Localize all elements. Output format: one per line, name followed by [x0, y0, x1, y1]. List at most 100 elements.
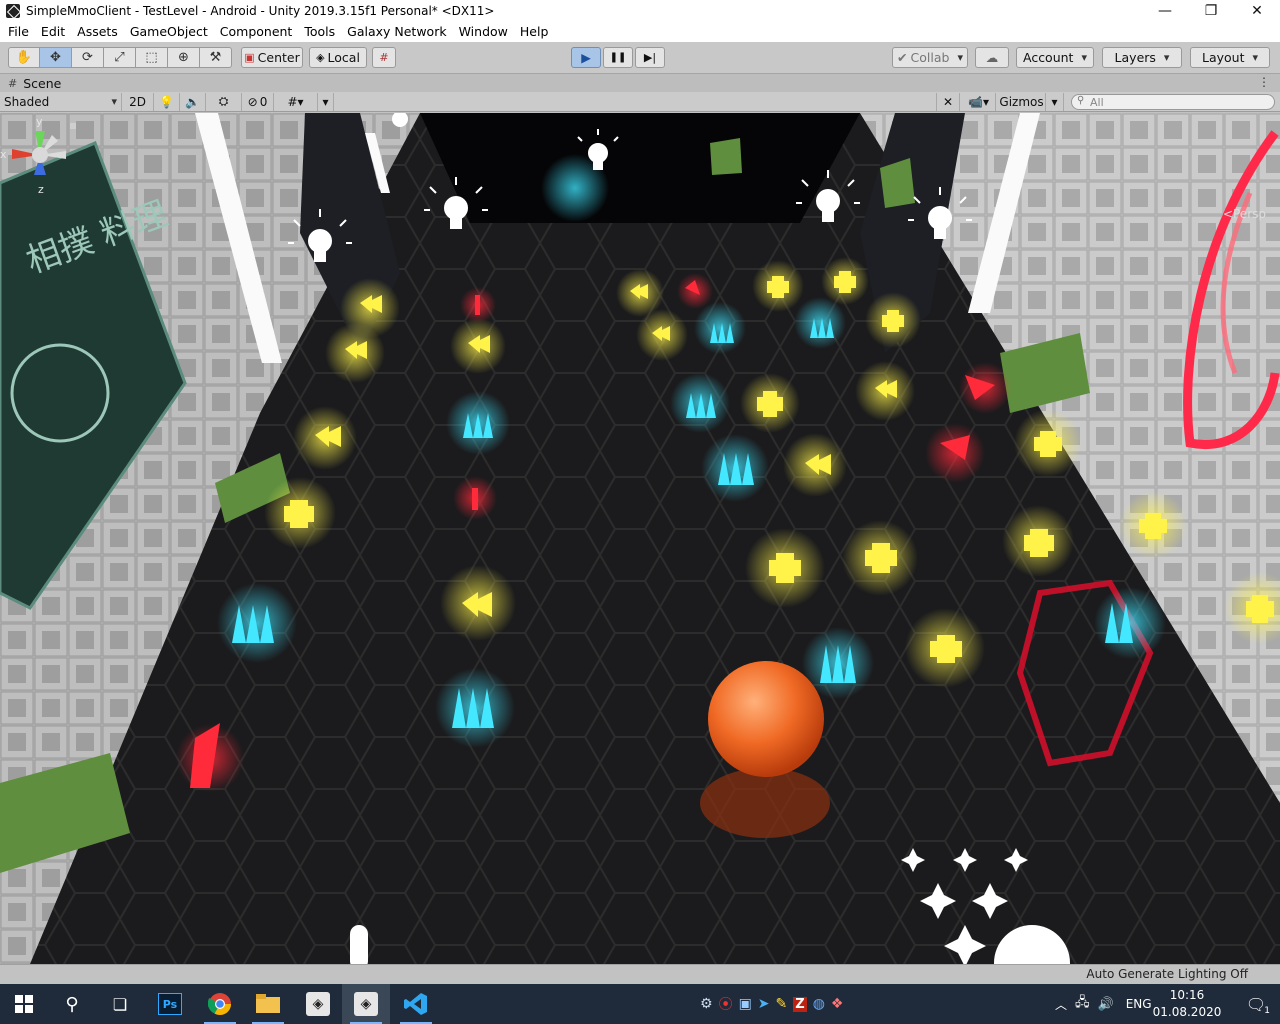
scene-search-input[interactable]: ⚲ All [1071, 94, 1275, 110]
menu-gameobject[interactable]: GameObject [124, 22, 214, 42]
hidden-objects-toggle[interactable]: ⊘ 0 [242, 92, 274, 111]
close-button[interactable]: ✕ [1234, 0, 1280, 22]
rotate-tool-button[interactable]: ⟳ [72, 47, 104, 68]
record-icon[interactable]: ⦿ [719, 994, 733, 1014]
notification-center-button[interactable]: 🗨 1 [1232, 984, 1280, 1024]
overflow-dropdown[interactable]: ▾ [318, 92, 334, 111]
chevron-up-icon[interactable]: ︿ [1055, 996, 1067, 1013]
windows-icon [15, 995, 33, 1013]
pinned-tray: ⚙ ⦿ ▣ ➤ ✎ Z ◍ ❖ [700, 984, 843, 1024]
cloud-button[interactable]: ☁ [975, 47, 1009, 68]
pivot-toggle[interactable]: ▣ Center [241, 47, 303, 68]
scene-tab-label: Scene [23, 75, 62, 91]
orientation-gizmo[interactable]: y x z [0, 113, 80, 197]
scene-tab[interactable]: # Scene [8, 76, 61, 91]
app-icon[interactable]: ❖ [831, 996, 844, 1012]
pause-button[interactable]: ❚❚ [603, 47, 633, 68]
snap-button[interactable]: # [372, 47, 396, 68]
step-icon: ▶| [643, 51, 657, 64]
scene-viewport[interactable]: 相撲 料理 y x z <Persp [0, 113, 1280, 964]
effects-dropdown[interactable]: ⛭ [206, 92, 242, 111]
monitor-icon[interactable]: ▣ [739, 996, 752, 1012]
vscode-taskbar-icon[interactable] [392, 984, 440, 1024]
account-dropdown[interactable]: Account [1016, 47, 1094, 68]
space-toggle[interactable]: ◈ Local [309, 47, 367, 68]
windows-taskbar: ⚲ ❏ Ps ◈ ◈ ⚙ ⦿ ▣ ➤ ✎ Z ◍ ❖ ︿ 🖧 🔊 ENG 10:… [0, 984, 1280, 1024]
check-icon: ✔ [897, 50, 908, 65]
lock-icon[interactable] [70, 123, 76, 129]
player-ball[interactable] [708, 661, 824, 777]
window-title: SimpleMmoClient - TestLevel - Android - … [26, 4, 495, 18]
layout-dropdown[interactable]: Layout [1190, 47, 1270, 68]
camera-mode-text: Persp [1233, 207, 1266, 221]
minimize-button[interactable]: — [1142, 0, 1188, 22]
chevron-left-icon: < [1222, 207, 1233, 221]
unity-editor-taskbar-icon[interactable]: ◈ [342, 984, 390, 1024]
play-button[interactable]: ▶ [571, 47, 601, 68]
unity-hub-taskbar-icon[interactable]: ◈ [294, 984, 342, 1024]
telegram-icon[interactable]: ➤ [758, 996, 770, 1012]
menu-galaxy-network[interactable]: Galaxy Network [341, 22, 452, 42]
language-indicator[interactable]: ENG [1126, 997, 1152, 1011]
cloud-icon: ☁ [985, 50, 999, 65]
photoshop-taskbar-icon[interactable]: Ps [146, 984, 194, 1024]
collab-dropdown[interactable]: ✔ Collab [892, 47, 968, 68]
menu-help[interactable]: Help [514, 22, 555, 42]
menu-assets[interactable]: Assets [71, 22, 124, 42]
chevron-down-icon: ▾ [1051, 95, 1058, 109]
unity-app-icon [6, 4, 20, 18]
filezilla-icon[interactable]: Z [793, 996, 807, 1012]
axis-y-label: y [36, 115, 43, 128]
notes-icon[interactable]: ✎ [776, 996, 788, 1012]
layers-dropdown[interactable]: Layers [1102, 47, 1182, 68]
transform-tool-button[interactable]: ⊕ [168, 47, 200, 68]
task-view-button[interactable]: ❏ [96, 984, 144, 1024]
gizmos-button[interactable]: Gizmos [998, 93, 1046, 111]
hand-tool-button[interactable]: ✋ [8, 47, 40, 68]
start-button[interactable] [0, 984, 48, 1024]
transform-icon: ⊕ [178, 50, 189, 65]
camera-mode-label[interactable]: <Persp [1223, 207, 1266, 221]
scale-tool-button[interactable]: ⤢ [104, 47, 136, 68]
lighting-toggle[interactable]: 💡 [154, 92, 180, 111]
space-label: Local [327, 50, 360, 65]
light-gizmo-icon[interactable] [392, 113, 408, 127]
explorer-taskbar-icon[interactable] [244, 984, 292, 1024]
audio-toggle[interactable]: 🔈 [180, 92, 206, 111]
layers-label: Layers [1114, 50, 1156, 65]
search-button[interactable]: ⚲ [48, 984, 96, 1024]
chrome-taskbar-icon[interactable] [196, 984, 244, 1024]
camera-dropdown[interactable]: 📹▾ [962, 93, 996, 111]
shading-mode-dropdown[interactable]: Shaded [0, 92, 122, 111]
scene-render: 相撲 料理 [0, 113, 1280, 964]
grid-dropdown[interactable]: #▾ [274, 92, 318, 111]
move-tool-button[interactable]: ✥ [40, 47, 72, 68]
volume-icon[interactable]: 🔊 [1098, 997, 1114, 1012]
step-button[interactable]: ▶| [635, 47, 665, 68]
lightbulb-icon: 💡 [159, 94, 174, 109]
clock-time: 10:16 [1169, 988, 1205, 1002]
clock[interactable]: 10:16 01.08.2020 [1152, 987, 1222, 1021]
menu-window[interactable]: Window [453, 22, 514, 42]
network-icon[interactable]: 🖧 [1075, 993, 1090, 1015]
tools-toggle[interactable]: ✕ [936, 93, 960, 111]
task-view-icon: ❏ [112, 994, 128, 1014]
menu-edit[interactable]: Edit [35, 22, 71, 42]
axis-x-label: x [0, 148, 7, 161]
steam-icon[interactable]: ⚙ [700, 996, 713, 1012]
rect-tool-button[interactable]: ⬚ [136, 47, 168, 68]
custom-tool-button[interactable]: ⚒ [200, 47, 232, 68]
tab-menu-icon[interactable]: ⋮ [1258, 75, 1270, 89]
menu-file[interactable]: File [2, 22, 35, 42]
mode-2d-toggle[interactable]: 2D [122, 92, 154, 111]
menu-component[interactable]: Component [214, 22, 299, 42]
photoshop-icon: Ps [158, 993, 182, 1015]
gizmos-dropdown[interactable]: ▾ [1046, 93, 1064, 111]
hidden-count: 0 [259, 94, 268, 109]
menu-tools[interactable]: Tools [298, 22, 341, 42]
unity-icon: ◈ [354, 992, 378, 1016]
menu-bar: File Edit Assets GameObject Component To… [0, 22, 1280, 42]
maximize-button[interactable]: ❐ [1188, 0, 1234, 22]
axis-z-label: z [38, 183, 44, 196]
globe-icon[interactable]: ◍ [813, 996, 825, 1012]
